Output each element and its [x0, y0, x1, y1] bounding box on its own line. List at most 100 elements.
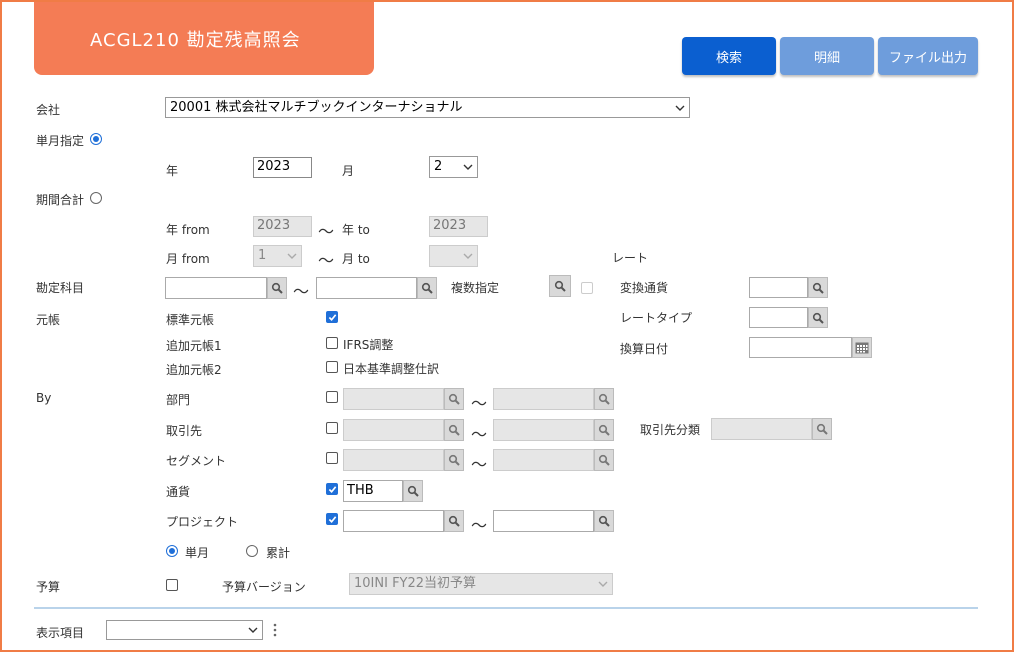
year-label: 年 — [166, 164, 179, 178]
dept-from-input[interactable] — [343, 388, 444, 410]
search-icon[interactable] — [444, 388, 464, 410]
partner-class-input[interactable] — [711, 418, 812, 440]
cumulative-radio[interactable] — [246, 545, 258, 557]
segment-checkbox[interactable] — [326, 452, 338, 464]
month-label: 月 — [342, 164, 355, 178]
dept-label: 部門 — [166, 393, 191, 407]
range-tilde: 〜 — [471, 516, 488, 535]
segment-label: セグメント — [166, 454, 227, 468]
search-button[interactable]: 検索 — [682, 37, 776, 75]
partner-checkbox[interactable] — [326, 422, 338, 434]
range-tilde: 〜 — [293, 282, 310, 301]
project-checkbox[interactable] — [326, 513, 338, 525]
std-ledger-checkbox[interactable] — [326, 311, 338, 323]
partner-from-input[interactable] — [343, 419, 444, 441]
month-value: 2 — [434, 159, 443, 174]
period-total-label: 期間合計 — [36, 193, 85, 207]
currency-input[interactable]: THB — [343, 480, 403, 502]
rate-label: レート — [612, 251, 649, 265]
segment-from-input[interactable] — [343, 449, 444, 471]
search-icon[interactable] — [594, 449, 614, 471]
period-total-radio[interactable] — [90, 192, 102, 204]
chevron-down-icon — [287, 253, 297, 259]
range-tilde: 〜 — [318, 222, 335, 241]
year-from-input[interactable]: 2023 — [253, 216, 312, 237]
project-from-input[interactable] — [343, 510, 444, 532]
currency-label: 通貨 — [166, 485, 191, 499]
search-icon[interactable] — [444, 510, 464, 532]
range-tilde: 〜 — [318, 251, 335, 270]
budget-version-value: 10INI FY22当初予算 — [354, 576, 477, 591]
account-to-input[interactable] — [316, 277, 417, 299]
chevron-down-icon — [463, 253, 473, 259]
project-to-input[interactable] — [493, 510, 594, 532]
calendar-icon[interactable] — [852, 337, 872, 358]
search-icon[interactable] — [403, 480, 423, 502]
account-from-input[interactable] — [165, 277, 267, 299]
year-to-input[interactable]: 2023 — [429, 216, 488, 237]
add-ledger2-label: 追加元帳2 — [166, 363, 222, 377]
file-output-button[interactable]: ファイル出力 — [878, 37, 978, 75]
detail-button[interactable]: 明細 — [780, 37, 874, 75]
by-label: By — [36, 391, 52, 405]
partner-to-input[interactable] — [493, 419, 594, 441]
currency-checkbox[interactable] — [326, 483, 338, 495]
chevron-down-icon — [598, 581, 608, 587]
search-icon[interactable] — [808, 277, 828, 298]
month-from-select[interactable]: 1 — [253, 245, 302, 267]
page-title: ACGL210 勘定残高照会 — [34, 2, 374, 75]
ledger-label: 元帳 — [36, 313, 61, 327]
dept-checkbox[interactable] — [326, 391, 338, 403]
multi-select-checkbox[interactable] — [581, 282, 593, 294]
std-ledger-label: 標準元帳 — [166, 313, 215, 327]
search-icon[interactable] — [594, 510, 614, 532]
chevron-down-icon — [463, 164, 473, 170]
more-options-icon[interactable] — [273, 622, 277, 638]
display-items-label: 表示項目 — [36, 626, 85, 640]
search-icon[interactable] — [267, 277, 287, 299]
search-icon[interactable] — [812, 418, 832, 440]
range-tilde: 〜 — [471, 425, 488, 444]
project-label: プロジェクト — [166, 515, 239, 529]
rate-type-label: レートタイプ — [620, 311, 693, 325]
year-input[interactable]: 2023 — [253, 157, 312, 178]
single-month-label: 単月指定 — [36, 134, 85, 148]
conv-currency-input[interactable] — [749, 277, 808, 298]
single-radio[interactable] — [166, 545, 178, 557]
dept-to-input[interactable] — [493, 388, 594, 410]
search-icon[interactable] — [444, 419, 464, 441]
search-icon[interactable] — [594, 419, 614, 441]
company-select[interactable]: 20001 株式会社マルチブックインターナショナル — [165, 97, 690, 118]
conv-date-input[interactable] — [749, 337, 852, 358]
budget-version-label: 予算バージョン — [222, 580, 306, 594]
multi-search-icon[interactable] — [549, 275, 571, 297]
cumulative-label: 累計 — [266, 546, 291, 560]
conv-date-label: 換算日付 — [620, 342, 669, 356]
single-label: 単月 — [185, 546, 210, 560]
conv-currency-label: 変換通貨 — [620, 281, 669, 295]
month-select[interactable]: 2 — [429, 156, 478, 178]
month-to-label: 月 to — [342, 252, 370, 266]
search-icon[interactable] — [594, 388, 614, 410]
jp-adjust-checkbox[interactable] — [326, 361, 338, 373]
company-value: 20001 株式会社マルチブックインターナショナル — [170, 99, 463, 115]
rate-type-input[interactable] — [749, 307, 808, 328]
single-month-radio[interactable] — [90, 133, 102, 145]
search-icon[interactable] — [808, 307, 828, 328]
search-icon[interactable] — [417, 277, 437, 299]
ifrs-checkbox[interactable] — [326, 337, 338, 349]
account-label: 勘定科目 — [36, 281, 85, 295]
chevron-down-icon — [675, 105, 685, 111]
year-to-label: 年 to — [342, 223, 370, 237]
budget-version-select[interactable]: 10INI FY22当初予算 — [349, 573, 613, 595]
range-tilde: 〜 — [471, 455, 488, 474]
search-icon[interactable] — [444, 449, 464, 471]
range-tilde: 〜 — [471, 394, 488, 413]
section-divider — [34, 607, 978, 609]
month-to-select[interactable] — [429, 245, 478, 267]
display-items-select[interactable] — [106, 620, 263, 640]
budget-checkbox[interactable] — [166, 579, 178, 591]
jp-adjust-label: 日本基準調整仕訳 — [343, 362, 440, 376]
segment-to-input[interactable] — [493, 449, 594, 471]
multi-select-label: 複数指定 — [451, 281, 500, 295]
